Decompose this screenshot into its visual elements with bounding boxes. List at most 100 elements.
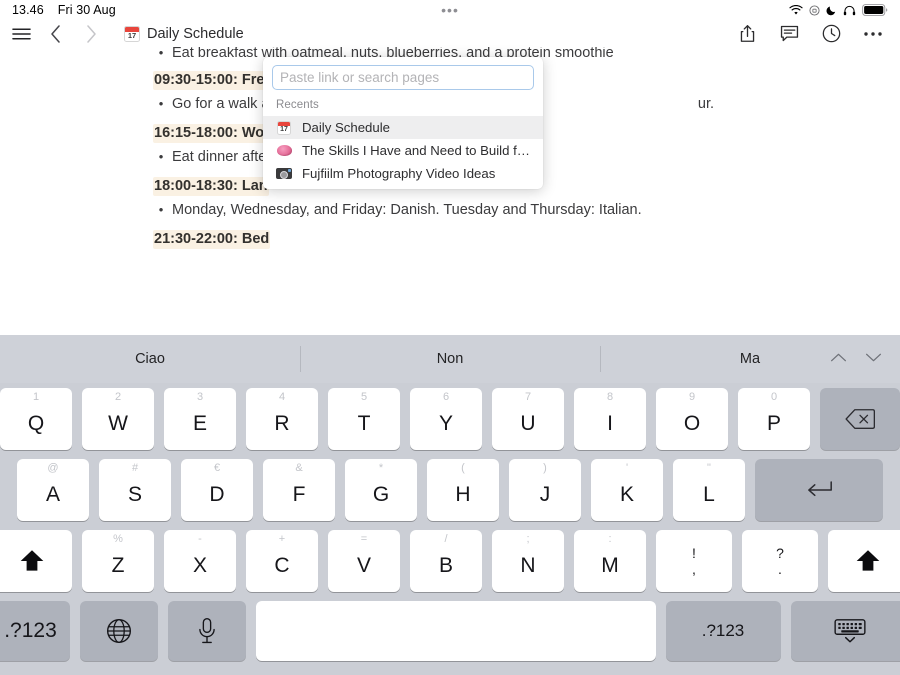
key-alt-label: (: [461, 462, 465, 474]
key-y[interactable]: 6Y: [410, 388, 482, 450]
key-primary-label: ?: [776, 544, 784, 561]
suggestion-0[interactable]: Ciao: [0, 346, 300, 372]
status-center-dots: •••: [441, 2, 459, 18]
key-label: X: [192, 553, 207, 577]
key-h[interactable]: (H: [427, 459, 499, 521]
calendar-icon: 17: [276, 120, 292, 135]
status-time: 13.46: [12, 3, 44, 17]
key-r[interactable]: 4R: [246, 388, 318, 450]
key-alt-label: /: [444, 533, 448, 545]
key-label: J: [539, 482, 551, 506]
exclamation-comma-key[interactable]: !,: [656, 530, 732, 592]
key-e[interactable]: 3E: [164, 388, 236, 450]
backspace-key[interactable]: [820, 388, 900, 450]
heading-text: 21:30-22:00: Bed: [153, 230, 271, 249]
recent-item[interactable]: Fujfiilm Photography Video Ideas: [263, 162, 543, 185]
suggestion-arrows: [830, 350, 882, 368]
key-d[interactable]: € D: [181, 459, 253, 521]
key-t[interactable]: 5T: [328, 388, 400, 450]
keyboard-row-4: .?123 .?123: [0, 601, 900, 661]
key-w[interactable]: 2W: [82, 388, 154, 450]
key-alt-label: ): [543, 462, 547, 474]
key-secondary-label: .: [778, 560, 782, 577]
key-alt-label: :: [608, 533, 612, 545]
key-a[interactable]: @ A: [17, 459, 89, 521]
key-label: Q: [27, 411, 45, 435]
key-alt-label: =: [360, 533, 368, 545]
chevron-right-icon[interactable]: [80, 23, 102, 45]
chevron-left-icon[interactable]: [45, 23, 67, 45]
key-c[interactable]: + C: [246, 530, 318, 592]
bullet-glyph: •: [158, 202, 164, 217]
hamburger-menu-icon[interactable]: [10, 23, 32, 45]
bullet-text-tail: ur.: [697, 96, 714, 112]
shift-right-key[interactable]: [828, 530, 900, 592]
key-o[interactable]: 9O: [656, 388, 728, 450]
microphone-key[interactable]: [167, 601, 246, 661]
key-z[interactable]: % Z: [82, 530, 154, 592]
key-label: C: [274, 553, 290, 577]
suggestion-1[interactable]: Non: [300, 346, 600, 372]
key-k[interactable]: ' K: [591, 459, 663, 521]
dismiss-keyboard-key[interactable]: [790, 601, 900, 661]
status-date: Fri 30 Aug: [57, 3, 116, 17]
share-icon[interactable]: [736, 23, 758, 45]
link-popup[interactable]: Recents 17 Daily Schedule The Skills I Hav…: [263, 57, 543, 189]
key-alt-label: ": [707, 462, 711, 474]
key-b[interactable]: / B: [410, 530, 482, 592]
key-n[interactable]: ; N: [492, 530, 564, 592]
breadcrumb[interactable]: 17 Daily Schedule: [124, 25, 244, 42]
key-v[interactable]: = V: [328, 530, 400, 592]
space-key[interactable]: [255, 601, 656, 661]
key-label: Z: [111, 553, 125, 577]
return-key[interactable]: [755, 459, 883, 521]
recent-item-label: Fujfiilm Photography Video Ideas: [302, 166, 496, 181]
key-label: S: [127, 482, 142, 506]
key-label: V: [356, 553, 371, 577]
chevron-up-icon[interactable]: [830, 350, 847, 368]
bullet-glyph: •: [158, 149, 164, 164]
key-m[interactable]: :M: [574, 530, 646, 592]
key-q[interactable]: 1Q: [0, 388, 72, 450]
key-alt-label: 2: [114, 391, 122, 403]
key-alt-label: 8: [606, 391, 614, 403]
key-l[interactable]: " L: [673, 459, 745, 521]
recent-item[interactable]: The Skills I Have and Need to Build for …: [263, 139, 543, 162]
key-f[interactable]: & F: [263, 459, 335, 521]
numbers-left-key[interactable]: .?123: [0, 601, 70, 661]
key-u[interactable]: 7U: [492, 388, 564, 450]
camera-icon: [276, 168, 292, 179]
heading-text: 16:15-18:00: Wor: [153, 124, 271, 143]
key-j[interactable]: ) J: [509, 459, 581, 521]
key-p[interactable]: 0P: [738, 388, 810, 450]
more-horizontal-icon[interactable]: [862, 23, 884, 45]
recent-item[interactable]: 17 Daily Schedule: [263, 116, 543, 139]
comment-icon[interactable]: [778, 23, 800, 45]
battery-icon: [862, 4, 888, 16]
onscreen-keyboard: Ciao Non Ma 1 Q 2 W 3 E 4 R 5 T 6 Y 7 U 8 I 9 O 0 P @ A # S € D & F…: [0, 335, 900, 675]
key-alt-label: 7: [524, 391, 532, 403]
key-alt-label: *: [378, 462, 384, 474]
key-x[interactable]: -X: [164, 530, 236, 592]
key-primary-label: !: [692, 544, 696, 561]
key-label: N: [520, 553, 536, 577]
key-i[interactable]: 8I: [574, 388, 646, 450]
clock-icon[interactable]: [820, 23, 842, 45]
link-search-input[interactable]: [272, 65, 534, 90]
app-toolbar: 17 Daily Schedule: [0, 20, 900, 47]
key-alt-label: 5: [360, 391, 368, 403]
numbers-right-key[interactable]: .?123: [665, 601, 781, 661]
keyboard-dismiss-icon: [833, 618, 867, 644]
globe-key[interactable]: [79, 601, 158, 661]
recent-item-label: Daily Schedule: [302, 120, 390, 135]
shift-left-key[interactable]: [0, 530, 72, 592]
question-period-key[interactable]: ?.: [742, 530, 818, 592]
status-bar-right: [789, 4, 888, 16]
chevron-down-icon[interactable]: [865, 350, 882, 368]
key-s[interactable]: # S: [99, 459, 171, 521]
key-alt-label: #: [131, 462, 139, 474]
key-label: F: [292, 482, 306, 506]
key-label: B: [438, 553, 453, 577]
key-g[interactable]: * G: [345, 459, 417, 521]
app-root: 13.46 Fri 30 Aug ••• 17 Daily Schedule •…: [0, 0, 900, 675]
